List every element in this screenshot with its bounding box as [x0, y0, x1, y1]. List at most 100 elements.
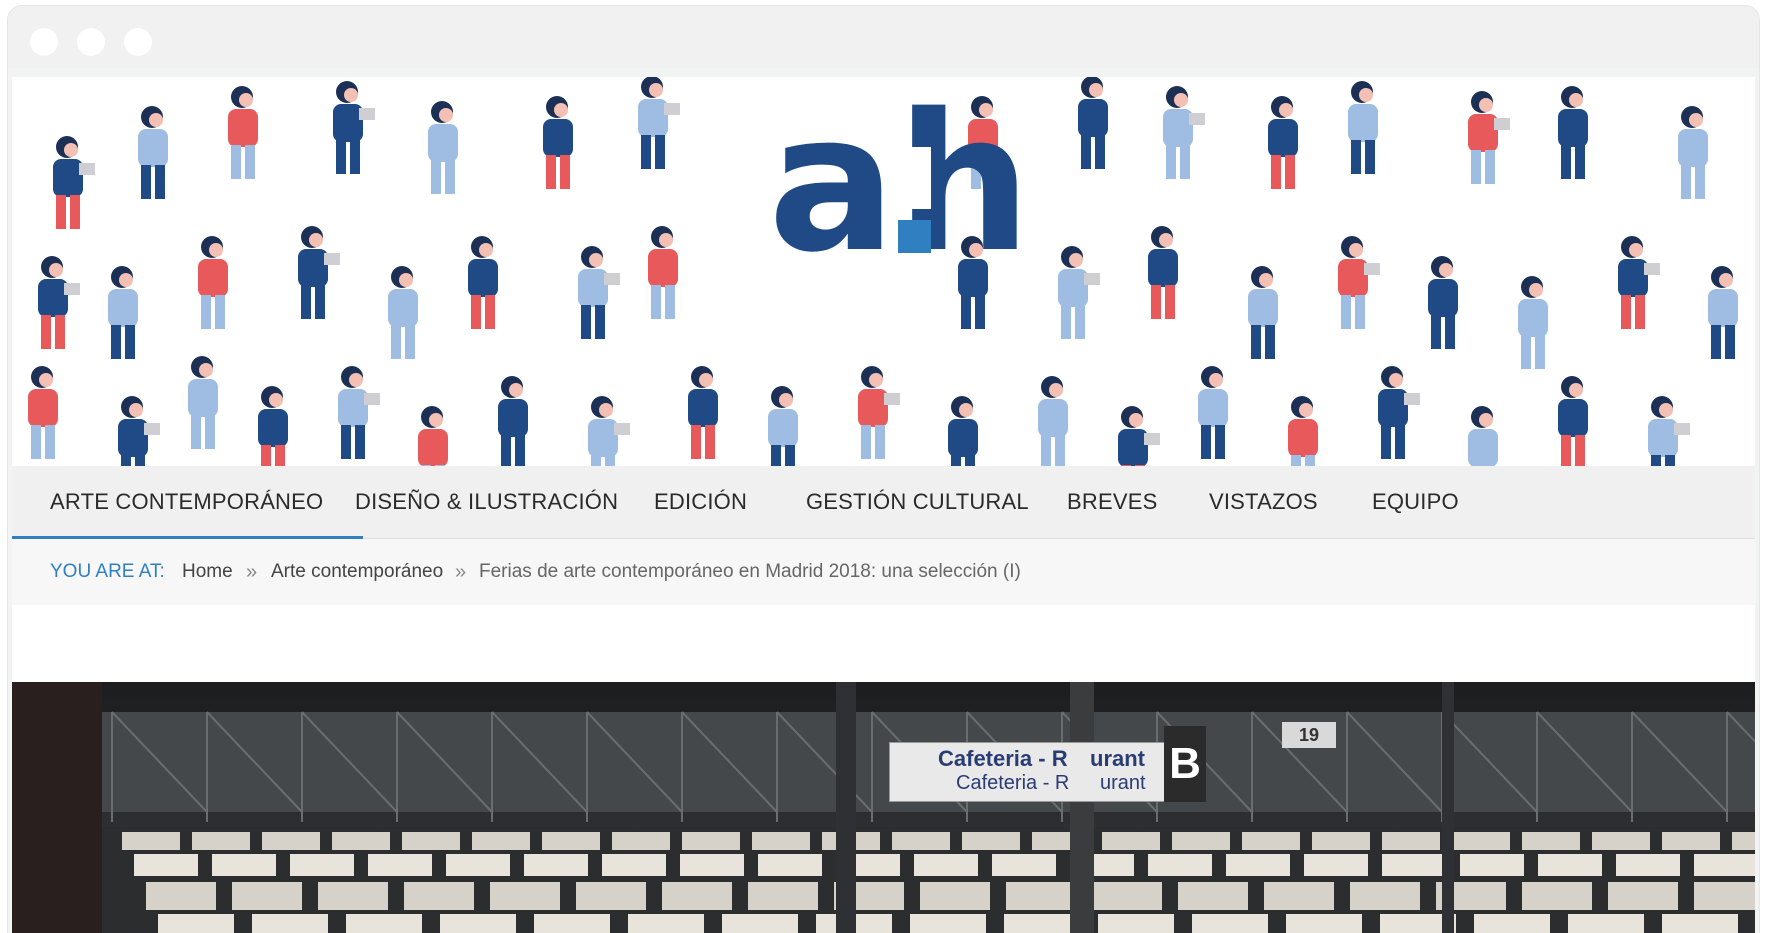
figure-body: [1678, 129, 1708, 167]
figure-leg: [1561, 145, 1571, 179]
figure-body: [1198, 389, 1228, 427]
figure-face: [64, 143, 78, 157]
booth-wall: [1006, 882, 1076, 910]
figure-face: [479, 243, 493, 257]
figure-face: [1439, 263, 1453, 277]
figure-body: [1268, 119, 1298, 157]
figure-body: [768, 409, 798, 447]
figure-laptop: [364, 393, 380, 405]
figure-face: [1389, 373, 1403, 387]
figure-laptop: [1084, 273, 1100, 285]
site-logo[interactable]: ah: [768, 77, 1031, 294]
figure-leg: [1265, 325, 1275, 359]
figure-face: [1689, 113, 1703, 127]
figure-face: [239, 93, 253, 107]
figure-leg: [1381, 425, 1391, 459]
booth-wall: [1592, 832, 1650, 850]
booth-wall: [1350, 882, 1420, 910]
figure-leg: [975, 295, 985, 329]
figure-leg: [1635, 295, 1645, 329]
booth-wall: [680, 854, 744, 876]
figure-face: [399, 273, 413, 287]
figure-leg: [355, 425, 365, 459]
figure-leg: [191, 415, 201, 449]
nav-item-diseno-ilustracion[interactable]: DISEÑO & ILUSTRACIÓN: [355, 466, 618, 538]
booth-wall: [1382, 854, 1446, 876]
figure-face: [649, 83, 663, 97]
booth-wall: [1148, 854, 1212, 876]
figure-leg: [1575, 145, 1585, 179]
figure-laptop: [1404, 393, 1420, 405]
figure-laptop: [614, 423, 630, 435]
nav-item-arte-contemporaneo[interactable]: ARTE CONTEMPORÁNEO: [12, 466, 364, 539]
figure-leg: [1681, 165, 1691, 199]
nav-item-vistazos[interactable]: VISTAZOS: [1209, 466, 1318, 538]
figure-face: [1719, 273, 1733, 287]
figure-leg: [1621, 295, 1631, 329]
nav-item-edicion[interactable]: EDICIÓN: [654, 466, 747, 538]
figure-body: [1708, 289, 1738, 327]
figure-leg: [691, 425, 701, 459]
window-close-button[interactable]: [30, 28, 58, 56]
figure-laptop: [359, 108, 375, 120]
figure-body: [1338, 259, 1368, 297]
figure-body: [648, 249, 678, 287]
figure-face: [439, 108, 453, 122]
nav-item-equipo[interactable]: EQUIPO: [1372, 466, 1459, 538]
breadcrumb-category-link[interactable]: Arte contemporáneo: [271, 539, 443, 605]
booth-wall: [1522, 832, 1580, 850]
figure-body: [498, 399, 528, 437]
figure-leg: [546, 155, 556, 189]
figure-leg: [875, 425, 885, 459]
site-header-banner[interactable]: ah: [12, 77, 1755, 466]
breadcrumb-home-link[interactable]: Home: [182, 539, 233, 605]
booth-wall: [1242, 832, 1300, 850]
figure-leg: [1061, 305, 1071, 339]
figure-laptop: [1644, 263, 1660, 275]
figure-face: [349, 373, 363, 387]
booth-wall: [1098, 914, 1174, 933]
figure-leg: [641, 135, 651, 169]
booth-wall: [662, 882, 732, 910]
figure-body: [1468, 429, 1498, 466]
window-maximize-button[interactable]: [124, 28, 152, 56]
booth-wall: [146, 882, 216, 910]
figure-face: [309, 233, 323, 247]
figure-body: [1348, 104, 1378, 142]
figure-leg: [1521, 335, 1531, 369]
booth-wall: [1226, 854, 1290, 876]
figure-leg: [1151, 285, 1161, 319]
figure-face: [129, 403, 143, 417]
figure-body: [638, 99, 668, 137]
booth-wall: [472, 832, 530, 850]
figure-face: [1209, 373, 1223, 387]
figure-face: [119, 273, 133, 287]
figure-leg: [125, 325, 135, 359]
window-minimize-button[interactable]: [77, 28, 105, 56]
figure-face: [1479, 413, 1493, 427]
booth-wall: [682, 832, 740, 850]
nav-item-breves[interactable]: BREVES: [1067, 466, 1157, 538]
figure-leg: [245, 145, 255, 179]
breadcrumb-separator: »: [246, 561, 258, 583]
figure-leg: [1165, 285, 1175, 319]
figure-body: [1518, 299, 1548, 337]
figure-body: [1078, 99, 1108, 137]
figure-face: [1629, 243, 1643, 257]
exhibition-hall-photo: [12, 682, 1755, 933]
nav-item-gestion-cultural[interactable]: GESTIÓN CULTURAL: [806, 466, 1029, 538]
figure-face: [599, 403, 613, 417]
figure-body: [418, 429, 448, 466]
figure-leg: [45, 425, 55, 459]
figure-body: [333, 104, 363, 142]
figure-leg: [1431, 315, 1441, 349]
figure-body: [188, 379, 218, 417]
figure-face: [1479, 98, 1493, 112]
figure-leg: [31, 425, 41, 459]
figure-face: [1299, 403, 1313, 417]
figure-leg: [1711, 325, 1721, 359]
sign-text-top-end: urant: [1090, 746, 1145, 771]
booth-wall: [1452, 832, 1510, 850]
figure-leg: [1665, 455, 1675, 466]
booth-wall: [1004, 914, 1080, 933]
